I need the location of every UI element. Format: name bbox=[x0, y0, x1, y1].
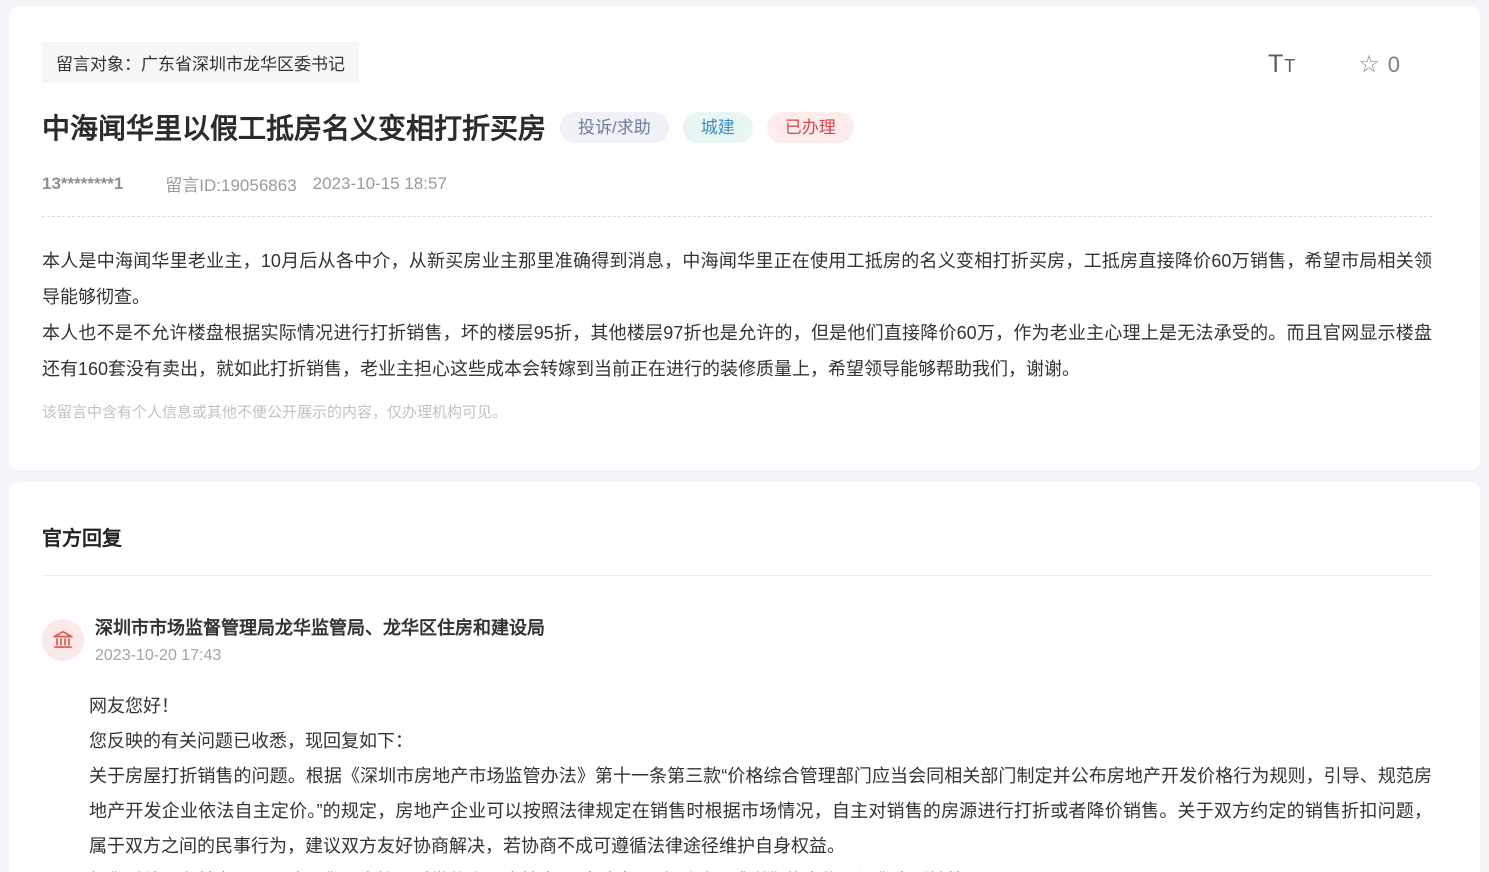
user-masked-phone: 13********1 bbox=[42, 174, 123, 194]
star-icon: ☆ bbox=[1358, 50, 1380, 79]
reply-timestamp: 2023-10-20 17:43 bbox=[95, 647, 545, 665]
avatar bbox=[42, 619, 84, 661]
page-title: 中海闻华里以假工抵房名义变相打折买房 bbox=[42, 107, 546, 147]
reply-header: 深圳市市场监督管理局龙华监管局、龙华区住房和建设局 2023-10-20 17:… bbox=[42, 614, 1432, 665]
reply-paragraph: 网友您好！ bbox=[89, 689, 1432, 724]
reply-paragraph: 如您后续还有其它问题，建议您可直接通过微信小程序搜索“民意速办”平台反映。感谢您… bbox=[89, 864, 1432, 872]
tag-field-category: 城建 bbox=[683, 112, 753, 143]
user-info-row: 13********1 留言ID:19056863 2023-10-15 18:… bbox=[42, 171, 1432, 217]
recipient-chip: 留言对象：广东省深圳市龙华区委书记 bbox=[42, 42, 359, 83]
reply-body: 网友您好！ 您反映的有关问题已收悉，现回复如下： 关于房屋打折销售的问题。根据《… bbox=[89, 689, 1432, 872]
message-body: 本人是中海闻华里老业主，10月后从各中介，从新买房业主那里准确得到消息，中海闻华… bbox=[42, 243, 1432, 387]
recipient-label: 留言对象：广东省深圳市龙华区委书记 bbox=[56, 55, 345, 74]
tag-status-badge: 已办理 bbox=[767, 112, 854, 143]
title-row: 中海闻华里以假工抵房名义变相打折买房 投诉/求助 城建 已办理 bbox=[42, 107, 1432, 147]
message-card: 留言对象：广东省深圳市龙华区委书记 Tt ☆ 0 中海闻华里以假工抵房名义变相打… bbox=[9, 6, 1480, 470]
star-button[interactable]: ☆ 0 bbox=[1358, 50, 1400, 79]
privacy-note: 该留言中含有个人信息或其他不便公开展示的内容，仅办理机构可见。 bbox=[42, 401, 1432, 422]
divider bbox=[42, 575, 1432, 576]
star-count: 0 bbox=[1388, 52, 1400, 78]
reply-paragraph: 关于房屋打折销售的问题。根据《深圳市房地产市场监管办法》第十一条第三款“价格综合… bbox=[89, 759, 1432, 864]
institution-icon bbox=[51, 628, 75, 652]
tag-complaint-type: 投诉/求助 bbox=[560, 112, 669, 143]
reply-section-title: 官方回复 bbox=[42, 522, 1432, 551]
message-paragraph: 本人也不是不允许楼盘根据实际情况进行打折销售，坏的楼层95折，其他楼层97折也是… bbox=[42, 315, 1432, 387]
top-actions: Tt ☆ 0 bbox=[1268, 42, 1432, 79]
page: 留言对象：广东省深圳市龙华区委书记 Tt ☆ 0 中海闻华里以假工抵房名义变相打… bbox=[0, 0, 1489, 872]
reply-agency-block: 深圳市市场监督管理局龙华监管局、龙华区住房和建设局 2023-10-20 17:… bbox=[95, 614, 545, 665]
card-top-row: 留言对象：广东省深圳市龙华区委书记 Tt ☆ 0 bbox=[42, 42, 1432, 83]
agency-name: 深圳市市场监督管理局龙华监管局、龙华区住房和建设局 bbox=[95, 614, 545, 640]
official-reply-card: 官方回复 深圳市市场监督管理局龙华监管局、龙华区住房和建设局 2023-10-2… bbox=[9, 482, 1480, 872]
message-paragraph: 本人是中海闻华里老业主，10月后从各中介，从新买房业主那里准确得到消息，中海闻华… bbox=[42, 243, 1432, 315]
font-size-toggle-icon[interactable]: Tt bbox=[1268, 50, 1296, 79]
message-id: 留言ID:19056863 bbox=[165, 171, 296, 196]
post-timestamp: 2023-10-15 18:57 bbox=[313, 174, 447, 194]
reply-paragraph: 您反映的有关问题已收悉，现回复如下： bbox=[89, 724, 1432, 759]
